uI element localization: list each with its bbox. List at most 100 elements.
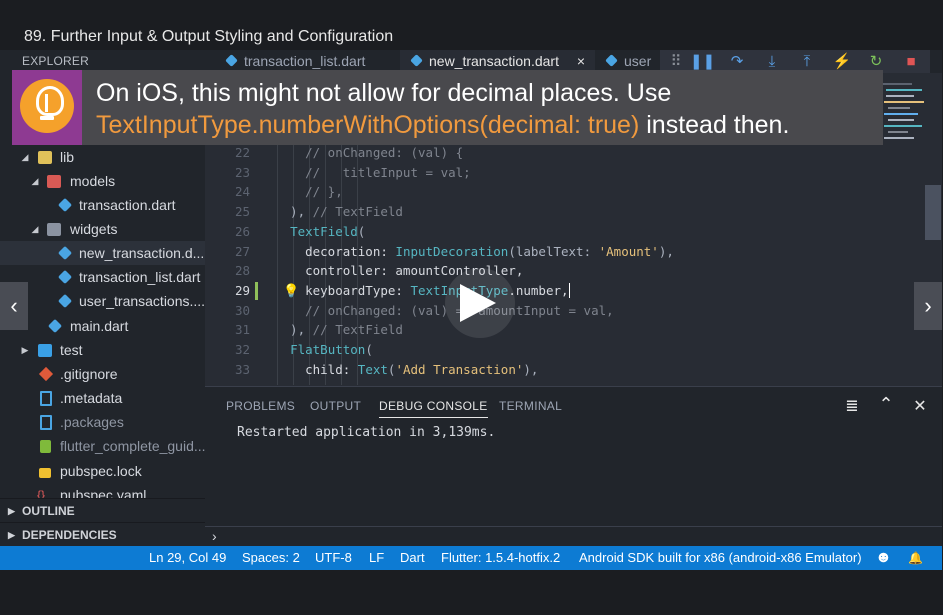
line-number: 32 (234, 342, 250, 357)
lightbulb-icon[interactable]: 💡 (283, 283, 299, 299)
line-number: 24 (234, 184, 250, 200)
previous-lecture-button[interactable]: ‹ (0, 282, 28, 330)
play-icon[interactable] (460, 284, 496, 322)
hint-text-line-1: On iOS, this might not allow for decimal… (96, 79, 672, 107)
tree-item-main-dart[interactable]: main.dart (0, 314, 205, 338)
tree-item-pubspec-lock[interactable]: pubspec.lock (0, 459, 205, 483)
tree-item-models[interactable]: ◢ models (0, 169, 205, 193)
chevron-right-icon: ▶ (21, 345, 29, 355)
encoding-setting[interactable]: UTF-8 (315, 546, 352, 570)
line-number: 25 (234, 204, 250, 220)
code-line[interactable]: ), // TextField (275, 320, 403, 340)
line-number: 31 (234, 322, 250, 338)
tree-item-label: test (60, 342, 83, 358)
dependencies-label: DEPENDENCIES (22, 528, 117, 542)
line-number: 28 (234, 263, 250, 279)
code-line[interactable]: // onChanged: (val) { (275, 143, 463, 163)
yaml-icon: {} (37, 488, 46, 498)
tree-item-widgets[interactable]: ◢ widgets (0, 217, 205, 241)
feedback-icon[interactable]: ☻ (875, 546, 892, 570)
tree-item-label: main.dart (70, 318, 129, 334)
tree-item-label: transaction.dart (79, 197, 176, 213)
tree-item-pubspec-yaml[interactable]: {} pubspec.yaml (0, 483, 205, 498)
console-output: Restarted application in 3,139ms. (237, 425, 496, 440)
tree-item-label: models (70, 173, 116, 189)
code-token: Text (357, 361, 388, 377)
file-icon (40, 415, 52, 430)
code-line[interactable]: FlatButton( (275, 340, 373, 360)
tree-item-transaction-dart[interactable]: transaction.dart (0, 193, 205, 217)
indentation-setting[interactable]: Spaces: 2 (242, 546, 300, 570)
folder-icon (38, 151, 52, 164)
bell-icon[interactable]: 🔔 (908, 546, 923, 570)
tree-item-label: lib (60, 149, 75, 165)
tab-output[interactable]: OUTPUT (310, 399, 361, 413)
code-token: // onChanged: (val) { (275, 145, 464, 160)
code-line[interactable]: TextField( (275, 222, 365, 242)
tree-item-transaction-list[interactable]: transaction_list.dart (0, 265, 205, 289)
code-line[interactable]: // }, (275, 182, 343, 202)
tree-item-lib[interactable]: ◢ lib (0, 145, 205, 169)
tree-item-flutter-iml[interactable]: flutter_complete_guid... (0, 434, 206, 458)
tree-item-label: .metadata (60, 390, 123, 406)
stop-icon[interactable]: ■ (899, 50, 923, 73)
console-input-row[interactable] (205, 526, 942, 547)
git-modified-indicator (255, 282, 258, 300)
lightbulb-icon-base (40, 116, 54, 120)
flutter-version[interactable]: Flutter: 1.5.4-hotfix.2 (441, 546, 560, 570)
code-line[interactable]: // titleInput = val; (275, 163, 471, 183)
tree-item-gitignore[interactable]: .gitignore (0, 362, 205, 386)
chevron-right-icon: ▶ (8, 506, 15, 516)
tree-item-packages[interactable]: .packages (0, 410, 205, 434)
tab-problems[interactable]: PROBLEMS (226, 399, 295, 413)
line-number: 27 (234, 243, 250, 259)
close-panel-icon[interactable]: ✕ (910, 396, 930, 416)
tree-item-test[interactable]: ▶ test (0, 338, 205, 362)
dart-file-icon (57, 269, 73, 285)
tree-item-label: pubspec.lock (60, 463, 142, 479)
hint-code: TextInputType.numberWithOptions(decimal:… (96, 111, 640, 139)
hint-text-rest: instead then. (639, 111, 790, 139)
dart-file-icon (57, 197, 73, 213)
code-token: FlatButton (290, 342, 366, 357)
language-mode[interactable]: Dart (400, 546, 425, 570)
lock-icon (39, 468, 51, 478)
code-token: // }, (275, 184, 343, 200)
tree-item-label: .packages (60, 414, 124, 430)
line-ending-setting[interactable]: LF (369, 546, 384, 570)
code-token: child: (275, 361, 358, 377)
editor-scrollbar[interactable] (925, 185, 941, 240)
code-line[interactable]: ), // TextField (275, 202, 403, 222)
tree-item-label: .gitignore (60, 366, 118, 382)
dart-file-icon (605, 54, 618, 67)
clear-console-icon[interactable]: ≣ (842, 396, 862, 416)
device-selector[interactable]: Android SDK built for x86 (android-x86 E… (579, 546, 862, 570)
code-token: ( (357, 223, 366, 239)
code-token: InputDecoration (395, 243, 509, 259)
maximize-panel-icon[interactable]: ⌃ (876, 394, 896, 415)
code-line[interactable]: decoration: InputDecoration(labelText: '… (275, 242, 674, 262)
code-token: 'Add Transaction' (395, 361, 524, 377)
tree-item-user-transactions[interactable]: user_transactions.... (0, 289, 205, 313)
line-number: 29 (234, 282, 250, 298)
dart-file-icon (57, 245, 73, 261)
code-line[interactable]: child: Text('Add Transaction'), (275, 360, 538, 380)
cursor-position[interactable]: Ln 29, Col 49 (149, 546, 226, 570)
next-lecture-button[interactable]: › (914, 282, 942, 330)
outline-section[interactable]: ▶ OUTLINE (0, 498, 205, 523)
tree-item-new-transaction[interactable]: new_transaction.d... (0, 241, 205, 265)
code-token: // TextField (312, 322, 403, 338)
code-token: ), (275, 204, 313, 220)
tab-terminal[interactable]: TERMINAL (499, 399, 562, 413)
minimap[interactable] (880, 73, 925, 173)
dart-file-icon (57, 293, 73, 309)
code-token: ), (658, 243, 674, 259)
tab-debug-console[interactable]: DEBUG CONSOLE (379, 399, 488, 418)
tree-item-metadata[interactable]: .metadata (0, 386, 205, 410)
text-cursor (568, 282, 570, 298)
dependencies-section[interactable]: ▶ DEPENDENCIES (0, 522, 205, 547)
code-line[interactable]: keyboardType: TextInputType.number, (275, 281, 570, 301)
code-token: ), (523, 361, 539, 377)
